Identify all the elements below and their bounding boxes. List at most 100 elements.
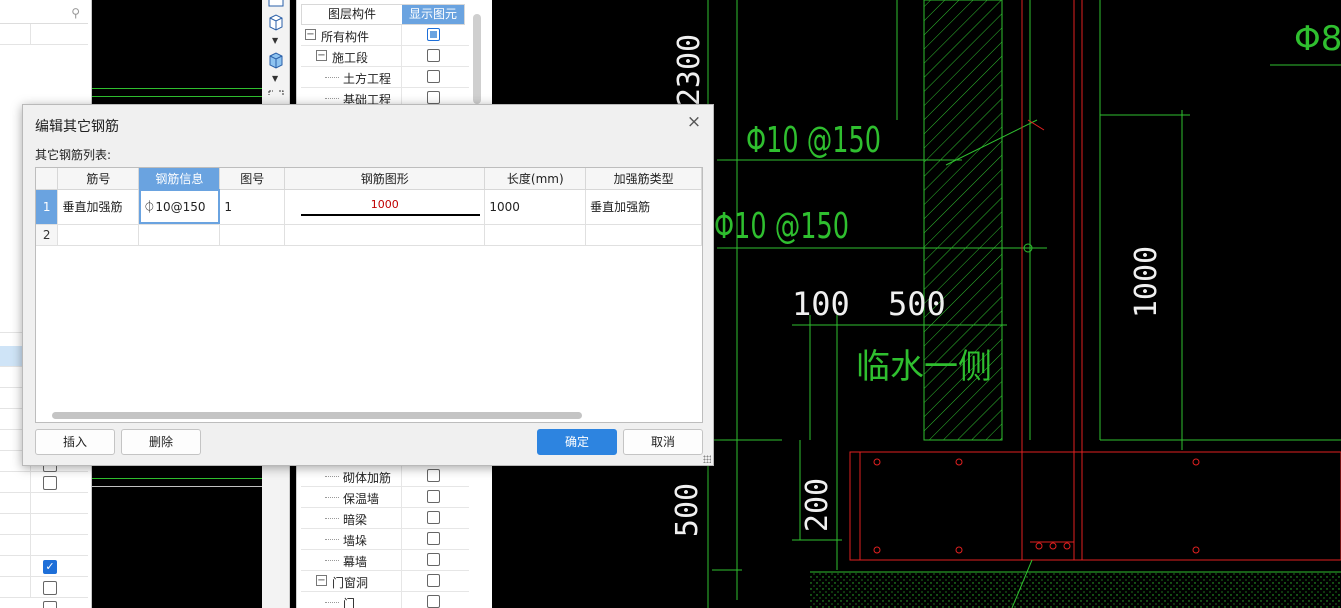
cell-bar-number[interactable] — [57, 224, 140, 246]
chevron-down-icon[interactable]: ▼ — [272, 74, 278, 83]
drawing-line — [92, 486, 262, 487]
tree-item-openings[interactable]: − 门窗洞 — [301, 571, 469, 592]
dim-text-500-b: 500 — [670, 483, 705, 537]
cell-rebar-info[interactable] — [138, 224, 221, 246]
rebar-dot — [1049, 542, 1057, 550]
tree-item-label: 门 — [343, 597, 356, 608]
cell-rebar-shape[interactable]: 1000 — [284, 189, 486, 225]
cell-figure-number[interactable]: 1 — [219, 189, 286, 225]
tree-item-earthwork[interactable]: 土方工程 — [301, 67, 469, 88]
tree-item-checkbox[interactable] — [427, 91, 440, 104]
cube-solid-icon[interactable] — [266, 50, 286, 70]
properties-checkbox[interactable] — [43, 476, 57, 490]
dim-text-500: 500 — [888, 285, 946, 323]
tree-item-curtain-wall[interactable]: 幕墙 — [301, 550, 469, 571]
dim-text-2300: 2300 — [672, 34, 707, 106]
tree-item-checkbox[interactable] — [427, 511, 440, 524]
tree-item-checkbox[interactable] — [427, 595, 440, 608]
dim-text-100: 100 — [792, 285, 850, 323]
table-row[interactable]: 2 — [36, 224, 702, 246]
tree-item-door[interactable]: 门 — [301, 592, 469, 608]
tree-item-checkbox[interactable] — [427, 49, 440, 62]
tree-item-wall-pier[interactable]: 墙垛 — [301, 529, 469, 550]
cell-type[interactable] — [585, 224, 702, 246]
column-header-bar-number[interactable]: 筋号 — [57, 168, 140, 190]
properties-checkbox-checked[interactable]: ✓ — [43, 560, 57, 574]
tree-item-checkbox[interactable] — [427, 28, 440, 41]
rebar-cage — [849, 451, 1341, 561]
cancel-button[interactable]: 取消 — [623, 429, 703, 455]
show-column-header[interactable]: 显示图元 — [402, 5, 464, 24]
cell-length[interactable] — [484, 224, 587, 246]
cell-bar-number[interactable]: 垂直加强筋 — [57, 189, 140, 225]
rebar-grid: 筋号 钢筋信息 图号 钢筋图形 长度(mm) 加强筋类型 1 垂直加强筋 ⏀10… — [35, 167, 703, 423]
tree-item-masonry-rebar[interactable]: 砌体加筋 — [301, 466, 469, 487]
properties-row[interactable] — [0, 24, 88, 45]
cell-type[interactable]: 垂直加强筋 — [585, 189, 702, 225]
column-header-rebar-info[interactable]: 钢筋信息 — [138, 168, 221, 190]
tree-item-insulation-wall[interactable]: 保温墙 — [301, 487, 469, 508]
resize-grip-icon[interactable] — [703, 455, 711, 463]
tree-item-label: 墙垛 — [343, 534, 368, 548]
rebar-dot — [1192, 546, 1200, 554]
delete-button[interactable]: 删除 — [121, 429, 201, 455]
search-box[interactable]: ⚲ — [0, 4, 88, 24]
rebar-text-mid: Φ10 @150 — [714, 206, 849, 247]
drawing-line — [92, 96, 262, 97]
cube-outline-icon[interactable] — [266, 12, 286, 32]
tree-item-hidden-beam[interactable]: 暗梁 — [301, 508, 469, 529]
tree-item-label: 幕墙 — [343, 555, 368, 569]
row-number[interactable]: 1 — [36, 189, 59, 225]
collapse-icon[interactable]: − — [305, 29, 316, 40]
tree-item-checkbox[interactable] — [427, 490, 440, 503]
tree-item-label: 保温墙 — [343, 492, 380, 506]
cell-rebar-shape[interactable] — [284, 224, 486, 246]
layer-column-header[interactable]: 图层构件 — [302, 5, 402, 24]
annotation-water-side: 临水一侧 — [856, 347, 992, 387]
layer-scrollbar[interactable] — [473, 14, 481, 104]
dim-text-1000: 1000 — [1129, 246, 1164, 318]
insert-button[interactable]: 插入 — [35, 429, 115, 455]
rebar-text-top: Φ10 @150 — [746, 120, 881, 161]
row-number[interactable]: 2 — [36, 224, 59, 246]
column-header-figure-number[interactable]: 图号 — [219, 168, 286, 190]
tree-item-checkbox[interactable] — [427, 532, 440, 545]
properties-row[interactable] — [0, 514, 88, 535]
cell-length[interactable]: 1000 — [484, 189, 587, 225]
tree-item-checkbox[interactable] — [427, 574, 440, 587]
shape-length-label: 1000 — [370, 197, 399, 211]
ground-fill — [810, 572, 1341, 608]
grid-header-row: 筋号 钢筋信息 图号 钢筋图形 长度(mm) 加强筋类型 — [36, 168, 702, 190]
edit-other-rebar-dialog: 编辑其它钢筋 × 其它钢筋列表: 筋号 钢筋信息 图号 钢筋图形 长度(mm) … — [22, 104, 714, 466]
properties-row[interactable] — [0, 493, 88, 514]
tree-item-checkbox[interactable] — [427, 553, 440, 566]
tree-item-checkbox[interactable] — [427, 70, 440, 83]
tree-item-checkbox[interactable] — [427, 469, 440, 482]
properties-checkbox[interactable] — [43, 581, 57, 595]
tree-item-all[interactable]: − 所有构件 — [301, 25, 469, 46]
table-row[interactable]: 1 垂直加强筋 ⏀10@150 1 1000 1000 垂直加强筋 — [36, 189, 702, 225]
properties-checkbox[interactable] — [43, 601, 57, 608]
collapse-icon[interactable]: − — [316, 575, 327, 586]
column-header-type[interactable]: 加强筋类型 — [585, 168, 702, 190]
column-header-rebar-shape[interactable]: 钢筋图形 — [284, 168, 486, 190]
tree-item-label: 暗梁 — [343, 513, 368, 527]
search-icon[interactable]: ⚲ — [71, 6, 80, 20]
properties-row[interactable] — [0, 535, 88, 556]
cell-rebar-info[interactable]: ⏀10@150 — [138, 189, 221, 225]
rebar-dot — [873, 458, 881, 466]
cell-figure-number[interactable] — [219, 224, 286, 246]
dim-text-200: 200 — [800, 478, 835, 532]
collapse-icon[interactable]: − — [316, 50, 327, 61]
horizontal-scrollbar[interactable] — [52, 412, 582, 419]
rebar-dot — [1063, 542, 1071, 550]
tree-item-section[interactable]: − 施工段 — [301, 46, 469, 67]
rebar-text-phi8: Φ8 — [1294, 19, 1341, 59]
chevron-down-icon[interactable]: ▼ — [272, 36, 278, 45]
rebar-dot — [955, 458, 963, 466]
close-icon[interactable]: × — [685, 113, 703, 131]
rebar-dot — [873, 546, 881, 554]
tree-item-label: 门窗洞 — [332, 576, 369, 590]
column-header-length[interactable]: 长度(mm) — [484, 168, 587, 190]
ok-button[interactable]: 确定 — [537, 429, 617, 455]
